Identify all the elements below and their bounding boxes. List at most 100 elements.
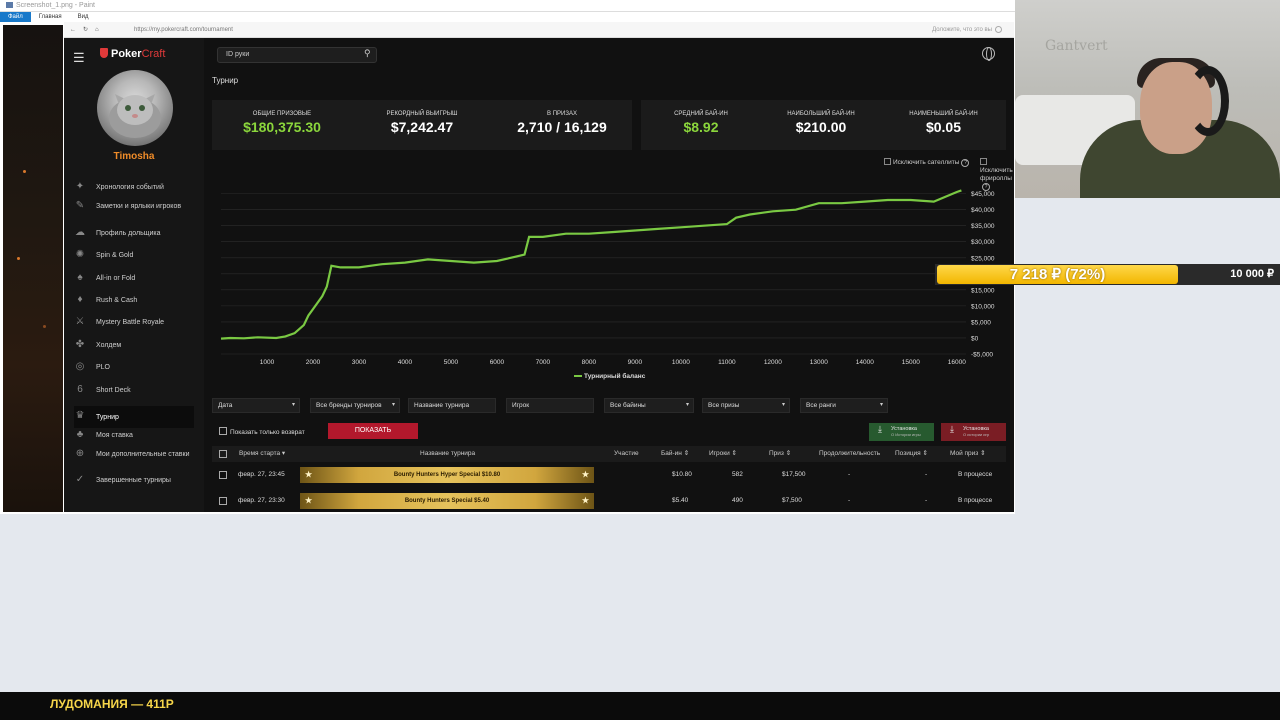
- exclude-satellites[interactable]: Исключить сателлиты?: [884, 158, 970, 167]
- x-tick-label: 1000: [260, 359, 275, 366]
- signin-hint[interactable]: Доложите, что это вы: [932, 22, 992, 38]
- exclude-satellites-checkbox[interactable]: [884, 158, 891, 165]
- sidebar-item-2[interactable]: ✎ Заметки и ярлыки игроков: [74, 200, 196, 218]
- col-prize[interactable]: Приз ⇕: [769, 446, 791, 462]
- menu-home[interactable]: Главная: [31, 12, 70, 22]
- paint-title: Screenshot_1.png - Paint: [16, 2, 95, 9]
- sidebar-item-9[interactable]: ◎ PLO: [74, 361, 196, 379]
- sidebar-item-14[interactable]: ✓ Завершенные турниры: [74, 474, 196, 492]
- x-tick-label: 8000: [582, 359, 597, 366]
- x-tick-label: 5000: [444, 359, 459, 366]
- browser-window: ←↻⌂ https://my.pokercraft.com/tournament…: [64, 22, 1014, 512]
- tournament-name-badge[interactable]: ★ Bounty Hunters Special $5.40 ★: [300, 493, 594, 509]
- sidebar-item-12[interactable]: ♣ Моя ставка: [74, 429, 196, 447]
- table-row[interactable]: февр. 27, 23:30 ★ Bounty Hunters Special $…: [212, 489, 1006, 512]
- url-text[interactable]: https://my.pokercraft.com/tournament: [134, 22, 233, 38]
- profile-icon[interactable]: [995, 26, 1002, 33]
- holdem-icon: ✤: [75, 339, 85, 350]
- donation-goal-total: 10 000 ₽: [1230, 268, 1274, 280]
- sidebar-item-11[interactable]: ♛ Турнир: [74, 406, 194, 428]
- hamburger-icon[interactable]: ☰: [73, 50, 85, 66]
- y-tick-label: $10,000: [971, 303, 995, 310]
- install-history-button-1[interactable]: ⤓ Установка О Истории игры: [869, 423, 934, 441]
- stats-panel-left: ОБЩИЕ ПРИЗОВЫЕ $180,375.30 РЕКОРДНЫЙ ВЫИГ…: [212, 100, 632, 150]
- col-label: Мой приз: [950, 450, 979, 457]
- sidebar-item-13[interactable]: ⊕ Мои дополнительные ставки: [74, 448, 196, 466]
- stat-value: $8.92: [683, 119, 719, 135]
- filter-7[interactable]: Все ранги ▾: [800, 398, 888, 413]
- filter-6[interactable]: Все призы ▾: [702, 398, 790, 413]
- search-input[interactable]: ID руки: [217, 47, 377, 63]
- sidebar-item-5[interactable]: ♠ All-in or Fold: [74, 272, 196, 290]
- sidebar-item-4[interactable]: ✺ Spin & Gold: [74, 249, 196, 267]
- filter-label: Все ранги: [806, 402, 836, 409]
- sidebar-item-6[interactable]: ♦ Rush & Cash: [74, 294, 196, 312]
- username[interactable]: Timosha: [64, 151, 204, 162]
- only-return-checkbox[interactable]: [219, 427, 227, 435]
- cell-players: 582: [732, 471, 743, 478]
- chevron-down-icon: ▾: [879, 402, 883, 408]
- col-my-prize[interactable]: Мой приз ⇕: [950, 446, 986, 462]
- col-label: Бай-ин: [661, 450, 682, 457]
- x-tick-label: 9000: [628, 359, 643, 366]
- timeline-icon: ✦: [75, 181, 85, 192]
- filter-2[interactable]: Все бренды турниров ▾: [310, 398, 400, 413]
- row-checkbox[interactable]: [219, 497, 227, 505]
- filter-5[interactable]: Все байины ▾: [604, 398, 694, 413]
- menu-file[interactable]: Файл: [0, 12, 31, 22]
- filter-4[interactable]: Игрок: [506, 398, 594, 413]
- sidebar-item-8[interactable]: ✤ Холдем: [74, 339, 196, 357]
- x-tick-label: 13000: [810, 359, 828, 366]
- x-tick-label: 15000: [902, 359, 920, 366]
- row-checkbox[interactable]: [219, 471, 227, 479]
- filter-label: Дата: [218, 402, 233, 409]
- only-return-toggle[interactable]: Показать только возврат: [219, 427, 305, 437]
- cell-position: -: [925, 497, 928, 504]
- col-players[interactable]: Игроки ⇕: [709, 446, 737, 462]
- help-icon[interactable]: ?: [961, 159, 970, 167]
- address-bar[interactable]: ←↻⌂ https://my.pokercraft.com/tournament…: [64, 22, 1014, 38]
- balance-line: [220, 189, 962, 340]
- sidebar-item-10[interactable]: 6 Short Deck: [74, 384, 196, 402]
- filter-1[interactable]: Дата ▾: [212, 398, 300, 413]
- download-icon: ⤓: [878, 424, 882, 434]
- nav-buttons-icon[interactable]: ←↻⌂: [70, 22, 106, 38]
- pokercraft-logo[interactable]: PokerCraft: [100, 48, 165, 60]
- col-label: Приз: [769, 450, 784, 457]
- stat-value: $7,242.47: [390, 119, 454, 135]
- quick-access-icon[interactable]: [6, 2, 13, 9]
- background-photo: [3, 25, 63, 512]
- cloud-icon: ☁: [75, 227, 85, 238]
- globe-icon[interactable]: [982, 47, 995, 61]
- select-all-checkbox[interactable]: [219, 450, 227, 458]
- cell-buyin: $5.40: [672, 497, 689, 504]
- exclude-satellites-label: Исключить сателлиты: [893, 159, 960, 166]
- col-start-time[interactable]: Время старта ▾: [239, 446, 285, 462]
- logo-left: Poker: [111, 48, 142, 60]
- avatar[interactable]: [97, 70, 173, 146]
- y-tick-label: $5,000: [971, 319, 991, 326]
- sidebar-item-3[interactable]: ☁ Профиль дольщика: [74, 227, 196, 245]
- stat-label: ОБЩИЕ ПРИЗОВЫЕ: [252, 111, 312, 117]
- plo-icon: ◎: [75, 361, 85, 372]
- table-row[interactable]: февр. 27, 23:45 ★ Bounty Hunters Hyper Spe…: [212, 463, 1006, 487]
- exclude-freerolls-checkbox[interactable]: [980, 158, 987, 165]
- stake-icon: ♣: [76, 429, 84, 440]
- col-position[interactable]: Позиция ⇕: [895, 446, 928, 462]
- sidebar-item-1[interactable]: ✦ Хронология событий: [74, 181, 196, 199]
- stat-record-win: РЕКОРДНЫЙ ВЫИГРЫШ $7,242.47: [352, 100, 492, 135]
- col-label: Позиция: [895, 450, 921, 457]
- stat-value: $180,375.30: [243, 119, 321, 135]
- cell-buyin: $10.80: [672, 471, 692, 478]
- menu-view[interactable]: Вид: [70, 12, 97, 22]
- filter-label: Все призы: [708, 402, 740, 409]
- chevron-down-icon: ▾: [685, 402, 689, 408]
- show-button[interactable]: ПОКАЗАТЬ: [328, 423, 418, 439]
- sidebar-item-7[interactable]: ⚔ Mystery Battle Royale: [74, 316, 196, 334]
- search-icon[interactable]: ⚲: [364, 48, 371, 59]
- tournament-name-badge[interactable]: ★ Bounty Hunters Hyper Special $10.80 ★: [300, 467, 594, 483]
- install-history-button-2[interactable]: ⤓ Установка О истории игр: [941, 423, 1006, 441]
- filter-label: Все бренды турниров: [316, 402, 382, 409]
- filter-3[interactable]: Название турнира: [408, 398, 496, 413]
- col-buyin[interactable]: Бай-ин ⇕: [661, 446, 689, 462]
